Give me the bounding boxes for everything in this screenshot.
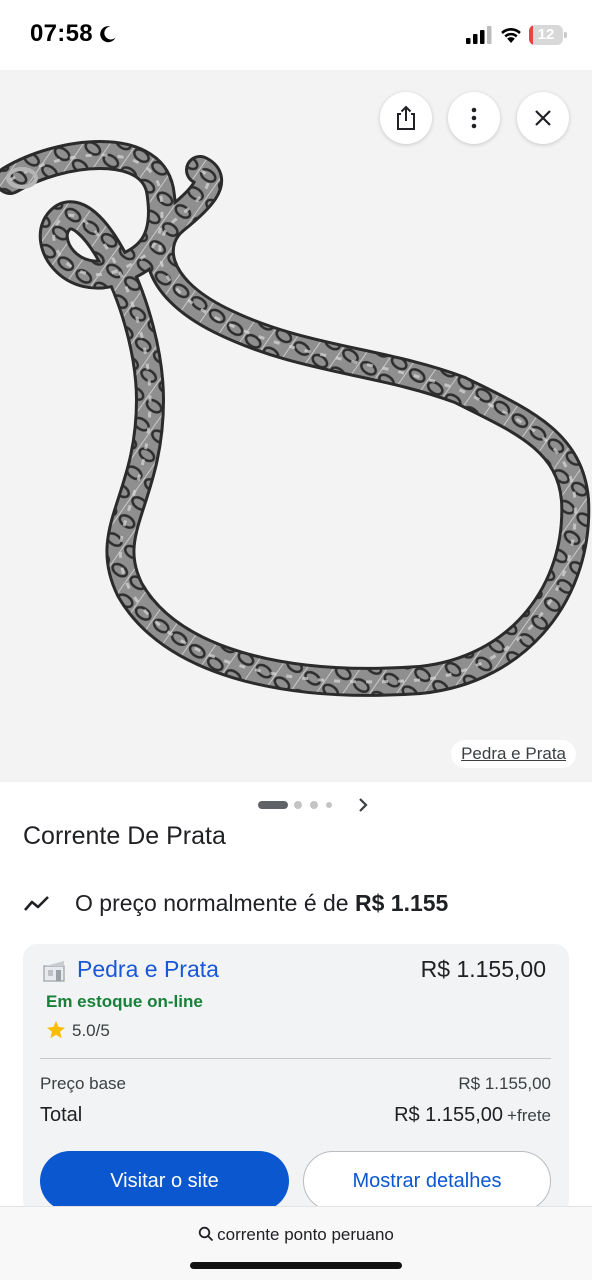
price-trend-icon bbox=[24, 896, 49, 911]
star-icon bbox=[47, 1021, 65, 1039]
close-button[interactable] bbox=[517, 92, 569, 144]
battery-icon: 12 bbox=[529, 25, 567, 45]
signal-icon bbox=[466, 26, 492, 44]
search-query-row[interactable]: corrente ponto peruano bbox=[0, 1225, 592, 1247]
status-bar: 07:58 12 bbox=[0, 0, 592, 70]
moon-icon bbox=[100, 26, 116, 43]
show-details-button[interactable]: Mostrar detalhes bbox=[303, 1151, 551, 1211]
divider bbox=[40, 1058, 551, 1059]
price-insight-value: R$ 1.155 bbox=[354, 890, 449, 916]
rating-value: 5.0/5 bbox=[72, 1021, 110, 1040]
wifi-icon bbox=[501, 27, 521, 43]
offer-price: R$ 1.155,00 bbox=[420, 956, 546, 982]
pager-dot[interactable] bbox=[294, 801, 302, 809]
total-label: Total bbox=[40, 1104, 83, 1126]
price-insight: O preço normalmente é de R$ 1.155 bbox=[23, 886, 583, 922]
shipping-note: +frete bbox=[507, 1106, 551, 1125]
price-insight-label: O preço normalmente é de bbox=[75, 890, 355, 916]
home-indicator[interactable] bbox=[190, 1262, 402, 1269]
close-icon bbox=[535, 110, 551, 126]
product-title: Corrente De Prata bbox=[23, 822, 226, 850]
share-button[interactable] bbox=[380, 92, 432, 144]
stock-status: Em estoque on-line bbox=[46, 992, 203, 1011]
pager-dot-active[interactable] bbox=[258, 801, 288, 809]
pager-dot[interactable] bbox=[310, 801, 318, 809]
pager-dot[interactable] bbox=[326, 802, 332, 808]
visit-site-button[interactable]: Visitar o site bbox=[40, 1151, 289, 1211]
product-image-viewer[interactable]: Pedra e Prata bbox=[0, 70, 592, 782]
base-price-label: Preço base bbox=[40, 1074, 126, 1093]
base-price-value: R$ 1.155,00 bbox=[458, 1074, 551, 1093]
offer-card: Pedra e Prata R$ 1.155,00 Em estoque on-… bbox=[23, 944, 569, 1214]
store-icon bbox=[43, 961, 65, 982]
status-time: 07:58 bbox=[30, 20, 93, 47]
total-value-row: R$ 1.155,00 +frete bbox=[394, 1104, 551, 1127]
image-source-link[interactable]: Pedra e Prata bbox=[451, 740, 576, 768]
bottom-search-bar[interactable]: corrente ponto peruano bbox=[0, 1206, 592, 1280]
image-pager bbox=[0, 792, 592, 818]
product-image[interactable] bbox=[0, 70, 592, 782]
share-icon bbox=[397, 105, 415, 130]
total-value: R$ 1.155,00 bbox=[394, 1104, 504, 1126]
chevron-right-icon[interactable] bbox=[352, 794, 374, 816]
more-options-button[interactable] bbox=[448, 92, 500, 144]
store-name-link[interactable]: Pedra e Prata bbox=[77, 956, 219, 983]
more-options-icon bbox=[471, 107, 477, 129]
search-query: corrente ponto peruano bbox=[217, 1225, 394, 1244]
price-insight-text: O preço normalmente é de R$ 1.155 bbox=[75, 890, 448, 917]
search-icon bbox=[198, 1226, 214, 1242]
battery-level: 12 bbox=[537, 26, 555, 43]
